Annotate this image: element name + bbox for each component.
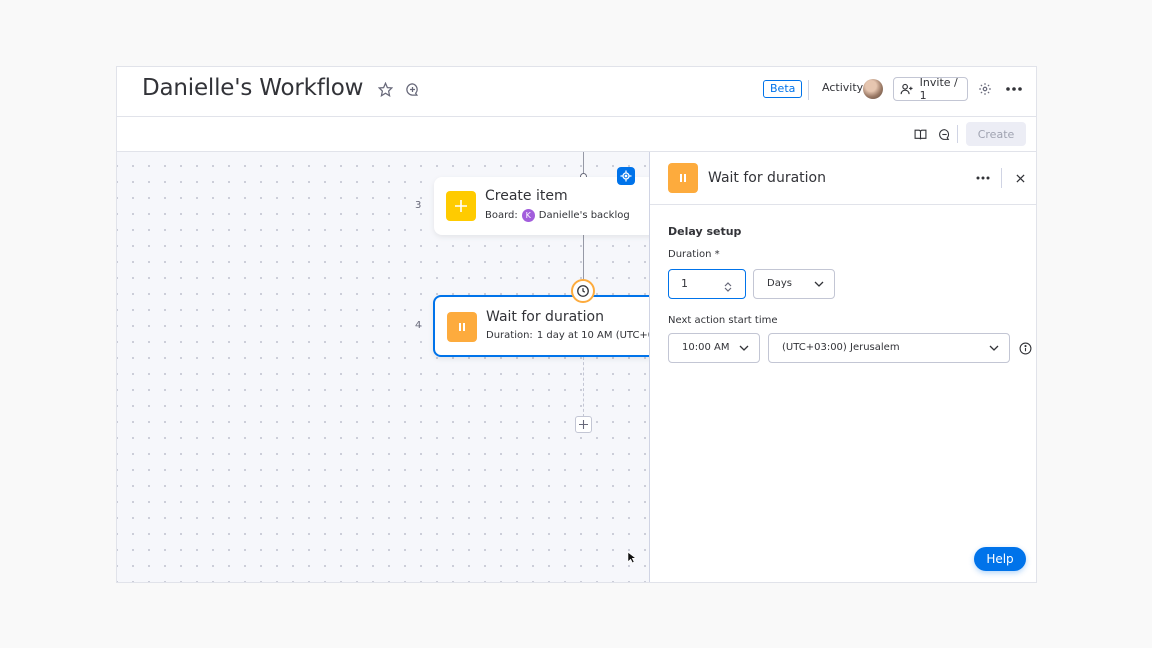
step-title: Wait for duration xyxy=(486,309,604,325)
time-value: 10:00 AM xyxy=(682,342,730,353)
star-icon[interactable] xyxy=(376,80,394,98)
connector-line xyxy=(583,235,584,281)
add-step-button[interactable] xyxy=(575,416,592,433)
toolbar: Create xyxy=(117,117,1036,152)
create-button[interactable]: Create xyxy=(966,122,1026,146)
plus-icon xyxy=(446,191,476,221)
activity-button[interactable]: Activity xyxy=(822,81,863,94)
pause-icon xyxy=(447,312,477,342)
chat-icon[interactable] xyxy=(936,126,952,142)
step-title: Create item xyxy=(485,188,568,204)
workflow-canvas[interactable]: 3 Create item Board: K Danielle's backlo… xyxy=(117,152,665,582)
workflow-app: Danielle's Workflow Beta Activity Invite… xyxy=(116,66,1037,583)
board-name: Danielle's backlog xyxy=(538,210,630,221)
duration-label: Duration * xyxy=(668,249,720,260)
info-icon[interactable] xyxy=(1018,341,1032,355)
chevron-down-icon xyxy=(739,343,749,353)
page-title: Danielle's Workflow xyxy=(142,75,364,101)
duration-value: 1 xyxy=(681,277,688,290)
step-settings-panel: Wait for duration Delay setup Duration *… xyxy=(649,152,1036,582)
beta-badge: Beta xyxy=(763,80,803,98)
step-number: 3 xyxy=(415,200,422,211)
locate-icon[interactable] xyxy=(617,167,635,185)
duration-value: 1 day at 10 AM (UTC+03 xyxy=(536,330,661,341)
more-icon[interactable] xyxy=(974,170,992,186)
clock-icon[interactable] xyxy=(571,279,595,303)
connector-line xyxy=(583,152,584,174)
board-label: Board: xyxy=(485,210,518,221)
chevron-down-icon xyxy=(814,279,824,289)
panel-header: Wait for duration xyxy=(650,152,1036,205)
duration-label: Duration: xyxy=(486,330,533,341)
avatar[interactable] xyxy=(863,79,883,99)
book-icon[interactable] xyxy=(912,126,928,142)
close-icon[interactable] xyxy=(1012,170,1028,186)
add-person-icon xyxy=(900,83,913,95)
pause-icon xyxy=(668,163,698,193)
next-action-label: Next action start time xyxy=(668,315,778,326)
timezone-select[interactable]: (UTC+03:00) Jerusalem xyxy=(768,333,1010,363)
step-subtitle: Board: K Danielle's backlog xyxy=(485,209,630,222)
connector-dashed-line xyxy=(583,357,584,417)
invite-button[interactable]: Invite / 1 xyxy=(893,76,968,102)
timezone-value: (UTC+03:00) Jerusalem xyxy=(782,342,900,353)
duration-unit-value: Days xyxy=(767,278,792,289)
chat-plus-icon[interactable] xyxy=(403,80,421,98)
duration-unit-select[interactable]: Days xyxy=(753,269,835,299)
title-bar: Danielle's Workflow Beta Activity Invite… xyxy=(117,67,1036,117)
step-number: 4 xyxy=(415,320,422,331)
divider xyxy=(1001,168,1002,188)
section-title: Delay setup xyxy=(668,225,742,238)
panel-title: Wait for duration xyxy=(708,170,826,186)
divider xyxy=(808,80,809,100)
more-icon[interactable] xyxy=(1003,80,1025,98)
stepper-icon[interactable] xyxy=(724,278,732,292)
time-select[interactable]: 10:00 AM xyxy=(668,333,760,363)
board-avatar: K xyxy=(521,209,535,222)
invite-label: Invite / 1 xyxy=(919,76,958,102)
step-subtitle: Duration: 1 day at 10 AM (UTC+03 xyxy=(486,330,661,341)
gear-icon[interactable] xyxy=(976,80,994,98)
duration-number-input[interactable]: 1 xyxy=(668,269,746,299)
mouse-cursor-icon xyxy=(627,549,638,568)
step-card-create-item[interactable]: Create item Board: K Danielle's backlog xyxy=(434,177,664,235)
help-button[interactable]: Help xyxy=(974,547,1026,571)
step-card-wait-for-duration[interactable]: Wait for duration Duration: 1 day at 10 … xyxy=(433,295,665,357)
divider xyxy=(957,125,958,143)
chevron-down-icon xyxy=(989,343,999,353)
